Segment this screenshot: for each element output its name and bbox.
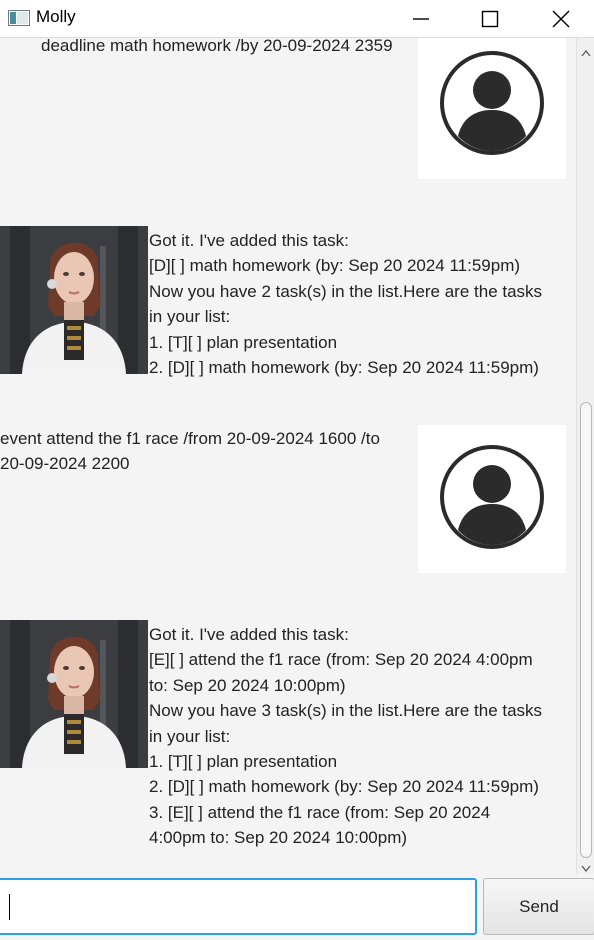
bot-avatar <box>0 226 148 374</box>
minimize-button[interactable] <box>398 0 444 37</box>
window-title: Molly <box>36 7 76 26</box>
app-window-icon <box>8 10 30 26</box>
text-caret <box>9 894 10 920</box>
vertical-scrollbar[interactable] <box>576 38 594 874</box>
user-message-text: event attend the f1 race /from 20-09-202… <box>0 429 380 474</box>
user-avatar-icon <box>437 442 547 557</box>
chat-scroll-pane[interactable]: deadline math homework /by 20-09-2024 23… <box>0 38 576 874</box>
minimize-icon <box>412 10 430 28</box>
maximize-button[interactable] <box>467 0 513 37</box>
bot-avatar <box>0 620 148 768</box>
app-window: Molly deadline math homework /by 20-09-2… <box>0 0 594 940</box>
bot-message-text: Got it. I've added this task: [E][ ] att… <box>149 625 543 848</box>
maximize-icon <box>481 10 499 28</box>
robot-portrait-icon <box>0 226 148 374</box>
user-avatar-icon <box>437 48 547 163</box>
close-button[interactable] <box>538 0 584 37</box>
bot-message-text: Got it. I've added this task: [D][ ] mat… <box>149 231 543 378</box>
scroll-up-arrow-icon[interactable] <box>581 44 591 57</box>
scrollbar-thumb[interactable] <box>580 402 592 858</box>
input-bar: Send <box>0 874 594 940</box>
user-message-text: deadline math homework /by 20-09-2024 23… <box>41 38 393 55</box>
scroll-down-arrow-icon[interactable] <box>581 860 591 872</box>
user-avatar <box>418 38 566 179</box>
robot-portrait-icon <box>0 620 148 768</box>
user-avatar <box>418 425 566 573</box>
message-input[interactable] <box>0 878 477 935</box>
title-bar: Molly <box>0 0 594 38</box>
send-button[interactable]: Send <box>483 878 594 935</box>
close-icon <box>552 10 570 28</box>
